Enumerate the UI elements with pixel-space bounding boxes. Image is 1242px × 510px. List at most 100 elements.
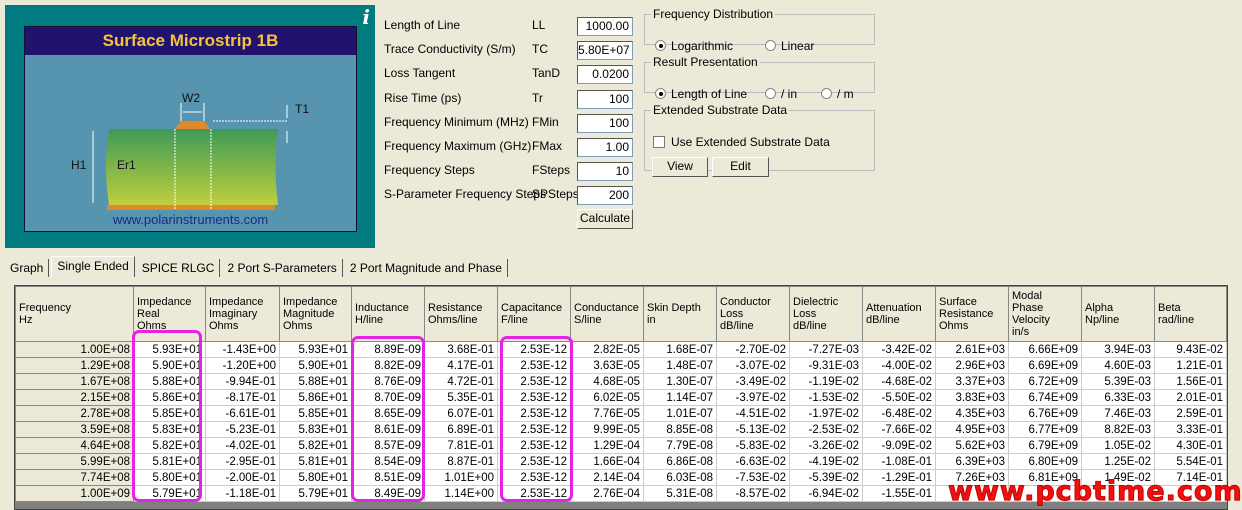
table-cell[interactable]: 6.77E+09 <box>1008 421 1082 438</box>
info-icon[interactable]: i <box>362 5 370 29</box>
radio-per-inch[interactable]: / in <box>765 87 797 101</box>
table-cell[interactable]: 1.01E+00 <box>424 469 498 486</box>
column-header[interactable]: Alpha Np/line <box>1081 286 1155 342</box>
edit-button[interactable]: Edit <box>712 157 769 177</box>
table-cell[interactable]: -9.31E-03 <box>789 357 863 374</box>
table-cell[interactable]: -4.68E-02 <box>862 373 936 390</box>
table-cell[interactable]: -5.13E-02 <box>716 421 790 438</box>
table-cell[interactable]: -3.26E-02 <box>789 437 863 454</box>
column-header[interactable]: Surface Resistance Ohms <box>935 286 1009 342</box>
table-cell[interactable]: -1.55E-01 <box>862 485 936 502</box>
row-header[interactable]: 7.74E+08 <box>15 469 134 486</box>
table-cell[interactable]: 4.95E+03 <box>935 421 1009 438</box>
table-cell[interactable]: 8.85E-08 <box>643 421 717 438</box>
table-cell[interactable]: 5.35E-01 <box>424 389 498 406</box>
table-cell[interactable]: 3.33E-01 <box>1154 421 1227 438</box>
table-cell[interactable]: 1.56E-01 <box>1154 373 1227 390</box>
table-cell[interactable]: -8.17E-01 <box>205 389 280 406</box>
param-input-spsteps[interactable]: 200 <box>577 186 633 206</box>
column-header[interactable]: Frequency Hz <box>15 286 134 342</box>
param-input-fsteps[interactable]: 10 <box>577 162 633 182</box>
table-cell[interactable]: -3.49E-02 <box>716 373 790 390</box>
table-cell[interactable]: 6.76E+09 <box>1008 405 1082 422</box>
param-input-tr[interactable]: 100 <box>577 89 633 109</box>
table-cell[interactable]: -7.27E-03 <box>789 341 863 358</box>
table-cell[interactable]: -4.19E-02 <box>789 453 863 470</box>
table-cell[interactable]: 6.86E-08 <box>643 453 717 470</box>
table-cell[interactable]: -3.97E-02 <box>716 389 790 406</box>
table-cell[interactable]: -1.20E+00 <box>205 357 280 374</box>
table-cell[interactable]: -9.94E-01 <box>205 373 280 390</box>
table-cell[interactable]: 6.69E+09 <box>1008 357 1082 374</box>
table-cell[interactable]: 6.66E+09 <box>1008 341 1082 358</box>
param-input-tand[interactable]: 0.0200 <box>577 65 633 85</box>
table-cell[interactable]: -7.53E-02 <box>716 469 790 486</box>
table-cell[interactable]: 6.79E+09 <box>1008 437 1082 454</box>
view-button[interactable]: View <box>652 157 708 177</box>
table-cell[interactable]: 1.05E-02 <box>1081 437 1155 454</box>
table-cell[interactable]: -1.08E-01 <box>862 453 936 470</box>
table-cell[interactable]: 3.37E+03 <box>935 373 1009 390</box>
table-cell[interactable]: 6.07E-01 <box>424 405 498 422</box>
row-header[interactable]: 1.00E+09 <box>15 485 134 502</box>
table-cell[interactable]: 2.59E-01 <box>1154 405 1227 422</box>
param-input-fmax[interactable]: 1.00 <box>577 138 633 157</box>
table-cell[interactable]: 2.61E+03 <box>935 341 1009 358</box>
row-header[interactable]: 5.99E+08 <box>15 453 134 470</box>
table-cell[interactable]: 1.14E-07 <box>643 389 717 406</box>
table-cell[interactable]: 6.72E+09 <box>1008 373 1082 390</box>
table-cell[interactable]: 5.80E+01 <box>279 469 352 486</box>
radio-logarithmic[interactable]: Logarithmic <box>655 39 733 53</box>
table-cell[interactable]: -4.00E-02 <box>862 357 936 374</box>
table-cell[interactable]: 5.81E+01 <box>279 453 352 470</box>
column-header[interactable]: Dielectric Loss dB/line <box>789 286 863 342</box>
table-cell[interactable]: -4.02E-01 <box>205 437 280 454</box>
table-cell[interactable]: 2.96E+03 <box>935 357 1009 374</box>
table-cell[interactable]: 6.02E-05 <box>570 389 644 406</box>
table-cell[interactable]: 4.35E+03 <box>935 405 1009 422</box>
table-cell[interactable]: -6.94E-02 <box>789 485 863 502</box>
column-header[interactable]: Impedance Imaginary Ohms <box>205 286 280 342</box>
table-cell[interactable]: -5.39E-02 <box>789 469 863 486</box>
param-input-fmin[interactable]: 100 <box>577 113 633 133</box>
row-header[interactable]: 2.15E+08 <box>15 389 134 406</box>
table-cell[interactable]: -6.63E-02 <box>716 453 790 470</box>
table-cell[interactable]: -1.18E-01 <box>205 485 280 502</box>
table-cell[interactable]: -4.51E-02 <box>716 405 790 422</box>
table-cell[interactable]: 4.30E-01 <box>1154 437 1227 454</box>
table-cell[interactable]: -2.53E-02 <box>789 421 863 438</box>
table-cell[interactable]: 5.85E+01 <box>279 405 352 422</box>
table-cell[interactable]: 8.87E-01 <box>424 453 498 470</box>
table-cell[interactable]: 6.74E+09 <box>1008 389 1082 406</box>
column-header[interactable]: Inductance H/line <box>351 286 425 342</box>
table-cell[interactable]: 6.39E+03 <box>935 453 1009 470</box>
table-cell[interactable]: 1.29E-04 <box>570 437 644 454</box>
table-cell[interactable]: -3.42E-02 <box>862 341 936 358</box>
radio-linear[interactable]: Linear <box>765 39 814 53</box>
table-cell[interactable]: 2.01E-01 <box>1154 389 1227 406</box>
table-cell[interactable]: 5.79E+01 <box>279 485 352 502</box>
column-header[interactable]: Resistance Ohms/line <box>424 286 498 342</box>
param-input-tc[interactable]: 5.80E+07 <box>577 41 633 61</box>
tab-2-port-magnitude-and-phase[interactable]: 2 Port Magnitude and Phase <box>345 259 508 277</box>
column-header[interactable]: Capacitance F/line <box>497 286 571 342</box>
table-cell[interactable]: 1.66E-04 <box>570 453 644 470</box>
table-cell[interactable]: 5.93E+01 <box>279 341 352 358</box>
tab-2-port-s-parameters[interactable]: 2 Port S-Parameters <box>222 259 343 277</box>
tab-graph[interactable]: Graph <box>5 259 50 277</box>
column-header[interactable]: Beta rad/line <box>1154 286 1227 342</box>
table-cell[interactable]: -1.19E-02 <box>789 373 863 390</box>
table-cell[interactable]: -1.29E-01 <box>862 469 936 486</box>
table-cell[interactable]: 7.81E-01 <box>424 437 498 454</box>
table-cell[interactable]: 2.76E-04 <box>570 485 644 502</box>
table-cell[interactable]: 4.60E-03 <box>1081 357 1155 374</box>
table-cell[interactable]: -2.95E-01 <box>205 453 280 470</box>
table-cell[interactable]: 9.43E-02 <box>1154 341 1227 358</box>
table-cell[interactable]: 2.82E-05 <box>570 341 644 358</box>
table-cell[interactable]: 5.39E-03 <box>1081 373 1155 390</box>
table-cell[interactable]: 3.68E-01 <box>424 341 498 358</box>
table-cell[interactable]: 7.46E-03 <box>1081 405 1155 422</box>
table-cell[interactable]: -1.97E-02 <box>789 405 863 422</box>
row-header[interactable]: 1.00E+08 <box>15 341 134 358</box>
table-cell[interactable]: 5.31E-08 <box>643 485 717 502</box>
